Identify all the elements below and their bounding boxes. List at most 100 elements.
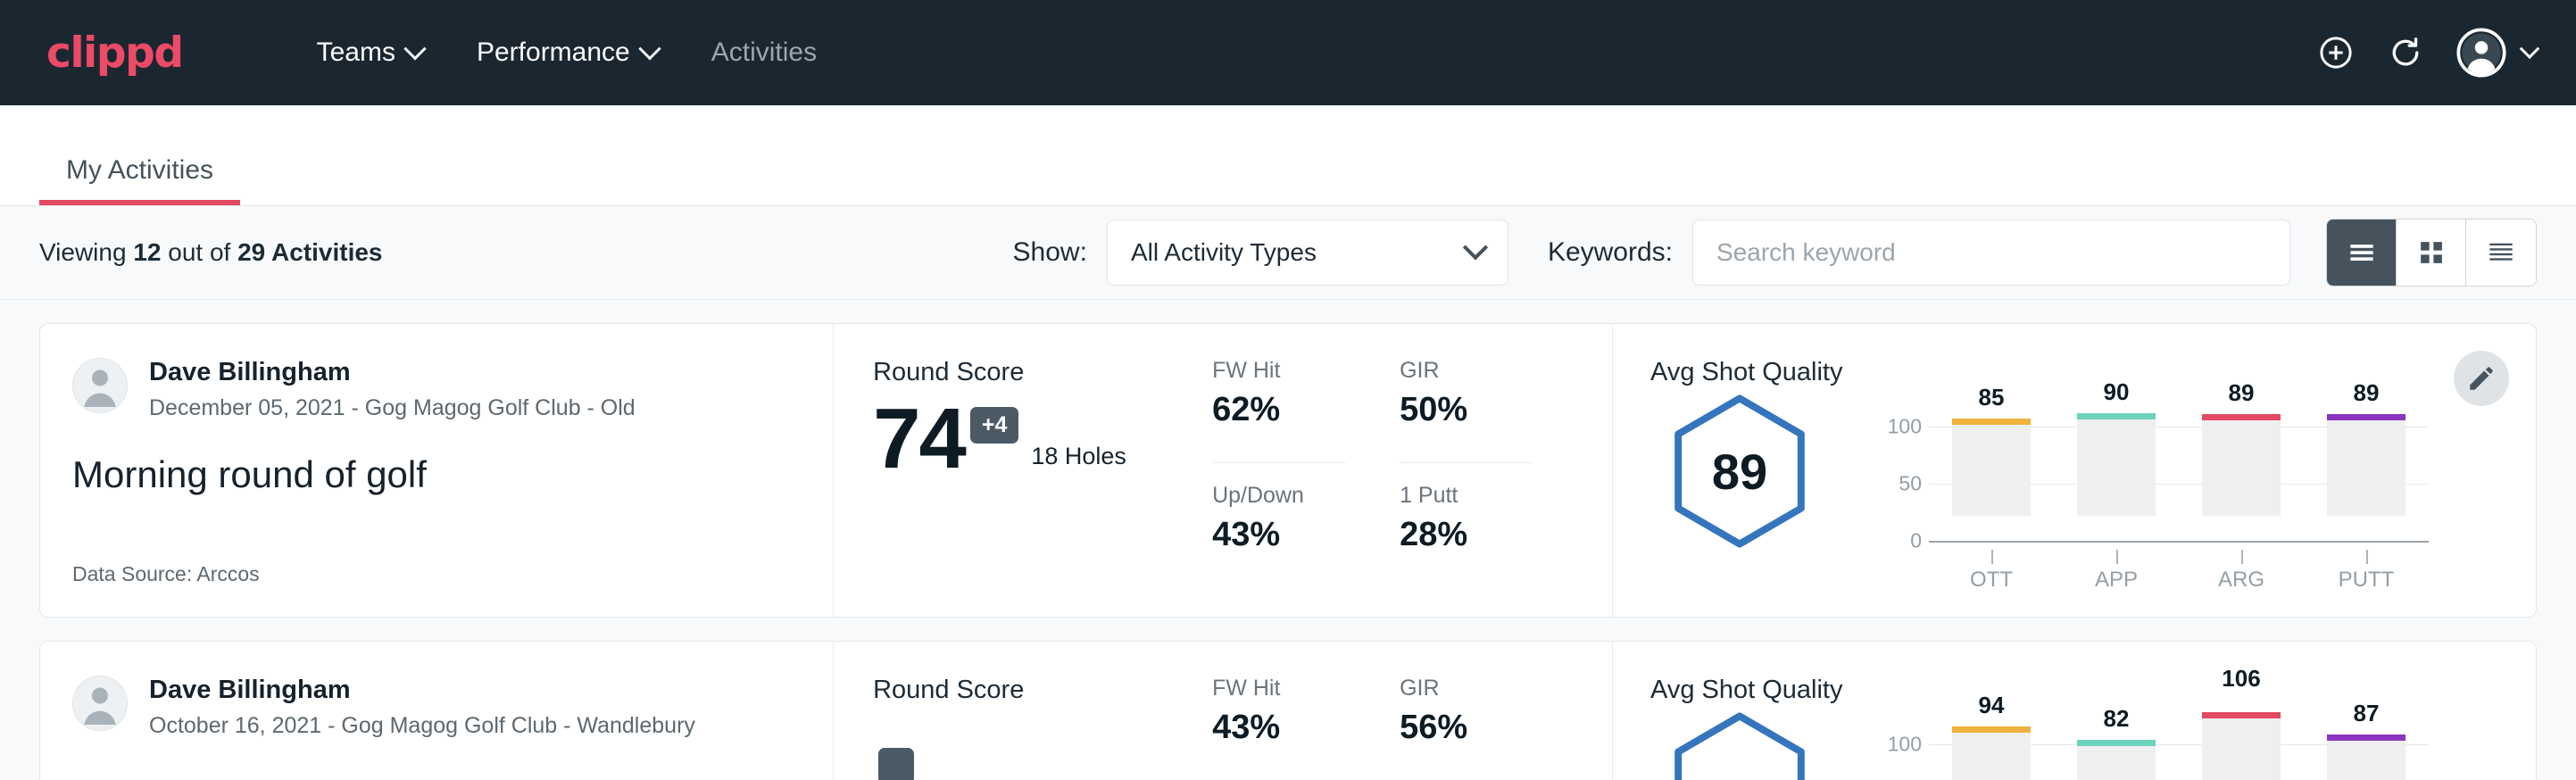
keywords-label: Keywords: xyxy=(1548,237,1673,268)
stat-value: 62% xyxy=(1212,391,1346,429)
stat-up-down: Up/Down 43% xyxy=(1212,483,1346,587)
chart-plot-area: 94 82 xyxy=(1929,719,2429,780)
stat-label: 1 Putt xyxy=(1400,483,1533,509)
activity-scores: Round Score FW Hit 43% GIR 56% xyxy=(833,642,1612,780)
chart-bars: 85 90 xyxy=(1929,402,2429,516)
viewing-count: 12 xyxy=(133,238,161,266)
round-score-label: Round Score xyxy=(873,676,1212,705)
avg-shot-quality-value: 89 xyxy=(1668,393,1811,550)
activity-data-source: Data Source: Arccos xyxy=(72,532,797,586)
stat-value: 43% xyxy=(1212,516,1346,554)
nav-item-activities[interactable]: Activities xyxy=(685,29,843,77)
person-icon xyxy=(73,676,127,730)
view-toggle-list[interactable] xyxy=(2327,220,2397,286)
edit-activity-button[interactable] xyxy=(2454,351,2509,406)
y-tick: 50 xyxy=(1899,472,1922,496)
bar-value: 89 xyxy=(2354,379,2380,407)
top-navigation-bar: clippd Teams Performance Activities xyxy=(0,0,2576,105)
search-input[interactable] xyxy=(1692,220,2290,286)
activity-title: Morning round of golf xyxy=(72,453,797,496)
stat-fw-hit: FW Hit 62% xyxy=(1212,358,1346,463)
avg-shot-quality-value xyxy=(1668,710,1811,780)
nav-item-teams[interactable]: Teams xyxy=(290,29,450,77)
bar-cap xyxy=(2327,734,2406,741)
account-menu[interactable] xyxy=(2456,28,2537,78)
y-tick: 100 xyxy=(1888,733,1922,757)
chevron-down-icon xyxy=(2520,38,2540,59)
activity-scores: Round Score 74 +4 18 Holes FW Hit 62% GI… xyxy=(833,324,1612,617)
activity-meta: October 16, 2021 - Gog Magog Golf Club -… xyxy=(149,713,695,739)
bar-column xyxy=(1952,419,2031,516)
refresh-button[interactable] xyxy=(2387,34,2424,71)
list-view-icon xyxy=(2345,236,2379,270)
chevron-down-icon xyxy=(403,37,426,60)
bar-ott: 94 xyxy=(1952,726,2031,780)
activities-list: Dave Billingham December 05, 2021 - Gog … xyxy=(0,300,2576,780)
compact-view-icon xyxy=(2484,236,2518,270)
stat-fw-hit: FW Hit 43% xyxy=(1212,676,1346,780)
chart-plot-area: 85 90 xyxy=(1929,402,2429,541)
activity-type-select-value: All Activity Types xyxy=(1131,238,1317,267)
shot-quality-chart: 100 50 0 85 xyxy=(1881,402,2429,541)
bar-cap xyxy=(2077,740,2156,746)
view-toggle-group xyxy=(2326,219,2537,286)
bar-value: 89 xyxy=(2229,379,2255,407)
viewing-prefix: Viewing xyxy=(39,238,133,266)
show-label: Show: xyxy=(1013,237,1087,268)
chevron-down-icon xyxy=(1463,235,1488,260)
bar-value: 94 xyxy=(1979,692,2005,719)
round-stats: FW Hit 62% GIR 50% Up/Down 43% 1 Putt 28… xyxy=(1212,358,1533,586)
bar-cap xyxy=(1952,419,2031,425)
bar-value: 106 xyxy=(2222,665,2260,693)
bar-column xyxy=(1952,726,2031,780)
stat-label: FW Hit xyxy=(1212,676,1346,701)
add-button[interactable] xyxy=(2317,34,2355,71)
activity-author: Dave Billingham October 16, 2021 - Gog M… xyxy=(72,676,797,739)
avatar xyxy=(72,358,128,413)
chart-y-axis: 100 xyxy=(1881,744,1929,780)
bar-putt: 89 xyxy=(2327,414,2406,516)
round-holes: 18 Holes xyxy=(1031,443,1126,470)
stat-label: GIR xyxy=(1400,676,1533,701)
view-toggle-grid[interactable] xyxy=(2397,220,2466,286)
avg-shot-quality-hexagon xyxy=(1650,710,1829,780)
activity-card[interactable]: Dave Billingham December 05, 2021 - Gog … xyxy=(39,323,2537,618)
stat-label: GIR xyxy=(1400,358,1533,384)
chart-y-axis: 100 50 0 xyxy=(1881,427,1929,541)
stat-label: Up/Down xyxy=(1212,483,1346,509)
shot-quality-chart: 100 94 82 xyxy=(1881,719,2429,780)
activity-type-select[interactable]: All Activity Types xyxy=(1107,220,1508,286)
bar-cap xyxy=(2077,413,2156,419)
bar-column xyxy=(2202,712,2281,780)
activity-meta: December 05, 2021 - Gog Magog Golf Club … xyxy=(149,395,636,421)
bar-column xyxy=(2327,734,2406,780)
nav-actions xyxy=(2317,0,2537,105)
chart-bars: 94 82 xyxy=(1929,719,2429,780)
chevron-down-icon xyxy=(638,37,661,60)
bar-arg: 106 xyxy=(2202,712,2281,780)
bar-ott: 85 xyxy=(1952,419,2031,516)
bar-app: 82 xyxy=(2077,740,2156,780)
bar-arg: 89 xyxy=(2202,414,2281,516)
stat-value: 56% xyxy=(1400,709,1533,747)
bar-column xyxy=(2327,414,2406,516)
bar-value: 90 xyxy=(2104,378,2130,406)
bar-cap xyxy=(2327,414,2406,420)
bar-column xyxy=(2077,413,2156,516)
account-avatar-icon xyxy=(2456,28,2506,78)
tab-my-activities[interactable]: My Activities xyxy=(39,155,240,205)
avatar xyxy=(72,676,128,731)
tab-bar: My Activities xyxy=(0,105,2576,206)
stat-one-putt: 1 Putt 28% xyxy=(1400,483,1533,587)
bar-column xyxy=(2202,414,2281,516)
view-toggle-compact[interactable] xyxy=(2466,220,2536,286)
app-logo[interactable]: clippd xyxy=(46,29,183,78)
pencil-icon xyxy=(2466,363,2497,394)
bar-value: 82 xyxy=(2104,705,2130,733)
tab-my-activities-label: My Activities xyxy=(66,155,213,185)
viewing-total: 29 Activities xyxy=(237,238,382,266)
nav-item-performance[interactable]: Performance xyxy=(450,29,685,77)
avg-shot-quality-label: Avg Shot Quality xyxy=(1650,358,2429,387)
activity-card[interactable]: Dave Billingham October 16, 2021 - Gog M… xyxy=(39,641,2537,780)
activity-author-name: Dave Billingham xyxy=(149,358,636,387)
